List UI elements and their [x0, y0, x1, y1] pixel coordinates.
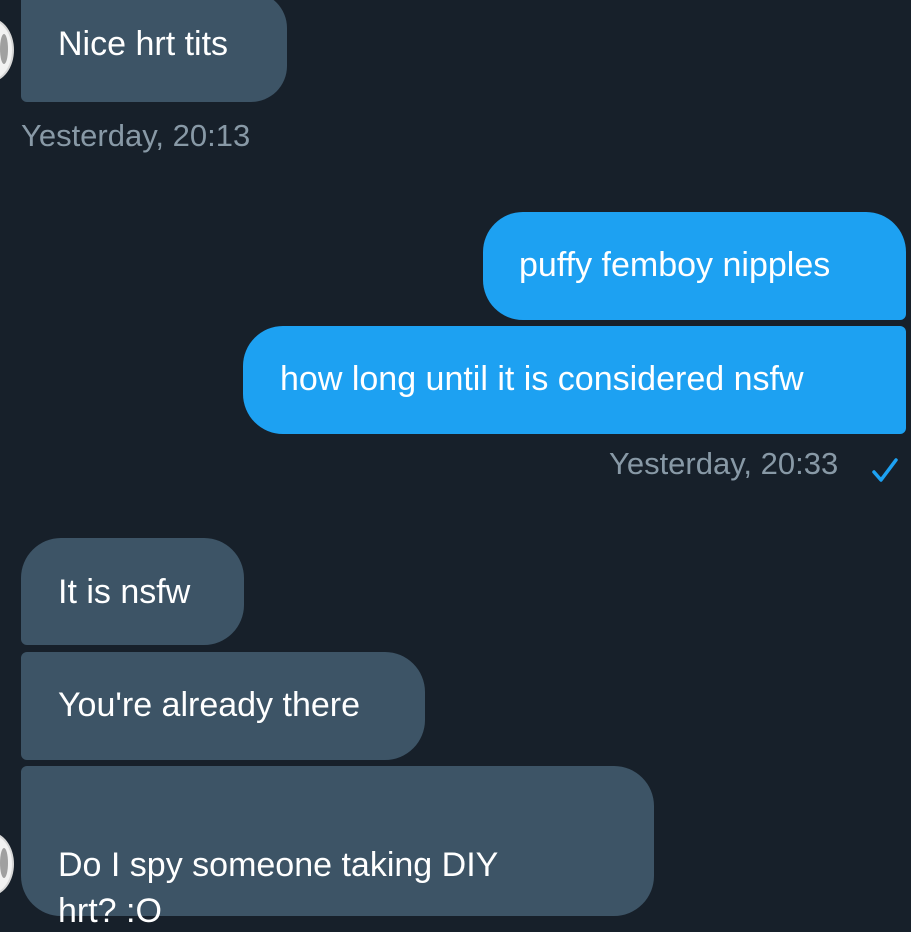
message-timestamp: Yesterday, 20:13 [21, 118, 251, 153]
incoming-message-bubble[interactable]: You're already there [21, 652, 425, 760]
contact-avatar[interactable] [0, 832, 14, 896]
outgoing-message-bubble[interactable]: puffy femboy nipples [483, 212, 906, 320]
contact-avatar[interactable] [0, 18, 14, 82]
message-timestamp: Yesterday, 20:33 [609, 446, 839, 481]
outgoing-message-bubble[interactable]: how long until it is considered nsfw [243, 326, 906, 434]
message-text: how long until it is considered nsfw [280, 360, 804, 398]
message-text: It is nsfw [58, 573, 191, 611]
checkmark-icon [872, 458, 898, 482]
incoming-message-bubble[interactable]: Nice hrt tits [21, 0, 287, 102]
message-text: You're already there [58, 686, 360, 724]
chat-screen: Nice hrt tits Yesterday, 20:13 puffy fem… [0, 0, 911, 932]
message-text: puffy femboy nipples [519, 246, 831, 284]
incoming-message-bubble[interactable]: Do I spy someone taking DIY hrt? :O [21, 766, 654, 930]
incoming-message-bubble[interactable]: It is nsfw [21, 538, 244, 645]
message-text: Nice hrt tits [58, 25, 229, 63]
message-text: Do I spy someone taking DIY hrt? :O [58, 846, 499, 930]
